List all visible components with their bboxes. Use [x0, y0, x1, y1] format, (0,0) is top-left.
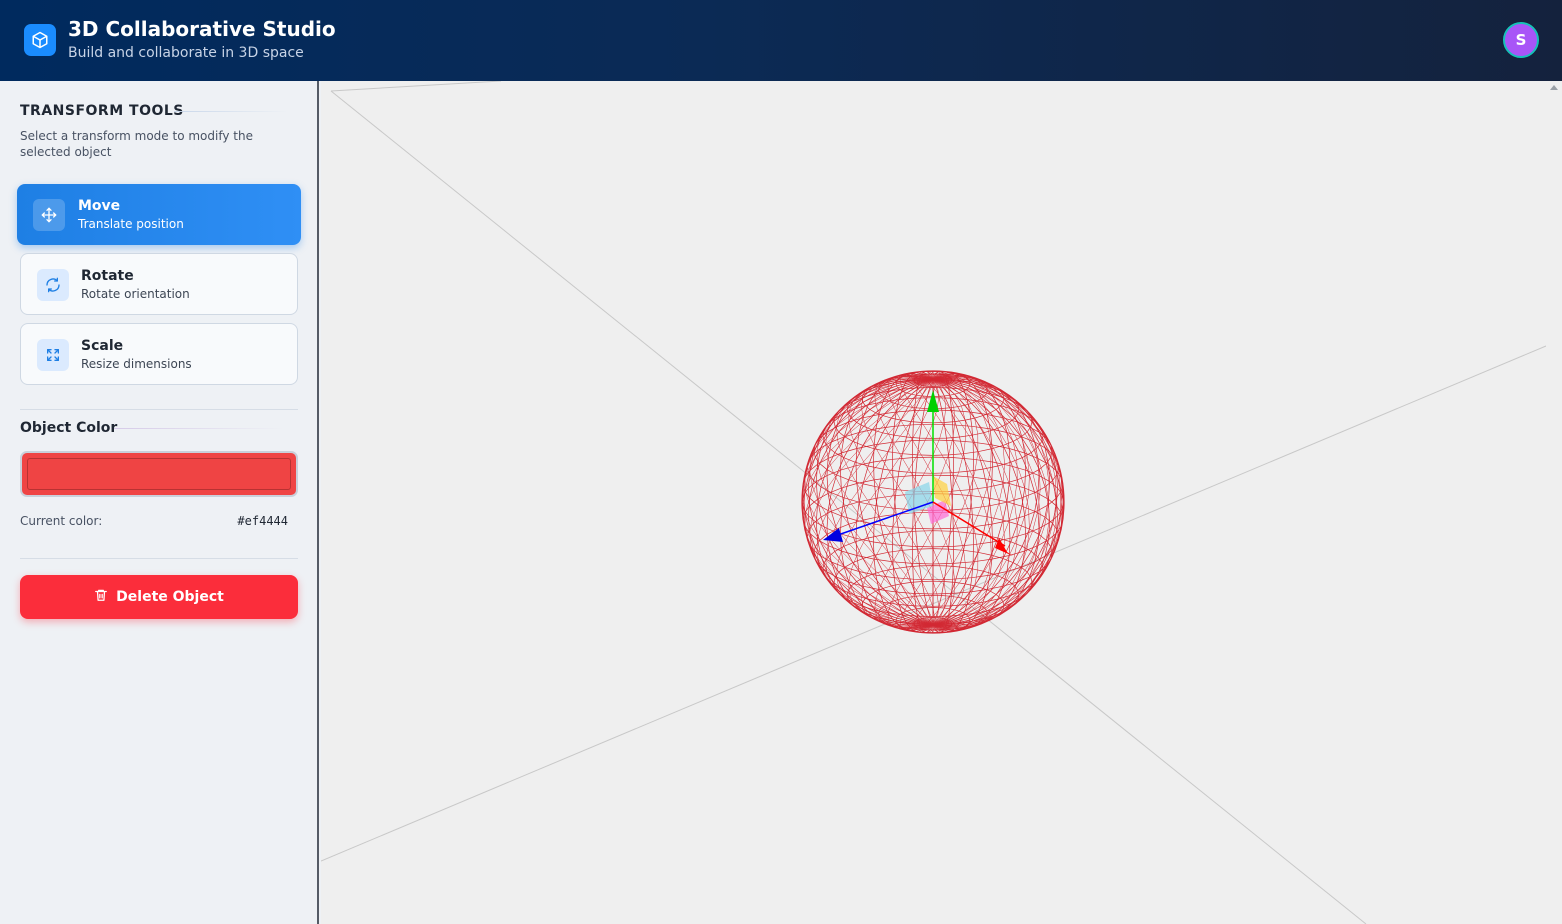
- cube-icon: [24, 24, 56, 56]
- transform-tools-description: Select a transform mode to modify the se…: [20, 129, 253, 159]
- 3d-viewport[interactable]: [321, 81, 1562, 924]
- rotate-tool-button[interactable]: Rotate Rotate orientation: [20, 253, 298, 315]
- app-header: 3D Collaborative Studio Build and collab…: [0, 0, 1562, 81]
- scale-tool-button[interactable]: Scale Resize dimensions: [20, 323, 298, 385]
- scene-canvas[interactable]: [321, 81, 1562, 924]
- rotate-icon: [37, 269, 69, 301]
- scale-icon: [37, 339, 69, 371]
- delete-object-button[interactable]: Delete Object: [20, 575, 298, 619]
- rotate-tool-sublabel: Rotate orientation: [81, 287, 190, 301]
- transform-tools-title: TRANSFORM TOOLS: [20, 103, 184, 119]
- current-color-label: Current color:: [20, 514, 103, 528]
- scale-tool-sublabel: Resize dimensions: [81, 357, 192, 371]
- delete-object-label: Delete Object: [116, 589, 224, 605]
- rotate-tool-label: Rotate: [81, 268, 134, 284]
- move-tool-button[interactable]: Move Translate position: [17, 184, 301, 245]
- title-divider: [114, 428, 284, 429]
- avatar[interactable]: S: [1503, 22, 1539, 58]
- scale-tool-label: Scale: [81, 338, 124, 354]
- vertical-scrollbar[interactable]: [1546, 81, 1562, 924]
- sidebar: TRANSFORM TOOLS Select a transform mode …: [0, 81, 319, 924]
- app-title: 3D Collaborative Studio: [68, 17, 336, 41]
- move-icon: [33, 199, 65, 231]
- scroll-up-icon[interactable]: [1550, 85, 1558, 90]
- color-swatch-inner: [27, 458, 291, 490]
- section-divider: [20, 558, 298, 559]
- title-divider: [174, 111, 288, 112]
- move-tool-label: Move: [78, 198, 121, 214]
- move-tool-sublabel: Translate position: [78, 217, 184, 231]
- app-subtitle: Build and collaborate in 3D space: [68, 45, 304, 61]
- color-picker-input[interactable]: [20, 451, 298, 497]
- current-color-value: #ef4444: [237, 514, 288, 528]
- section-divider: [20, 409, 298, 410]
- trash-icon: [94, 588, 108, 606]
- object-color-title: Object Color: [20, 420, 118, 436]
